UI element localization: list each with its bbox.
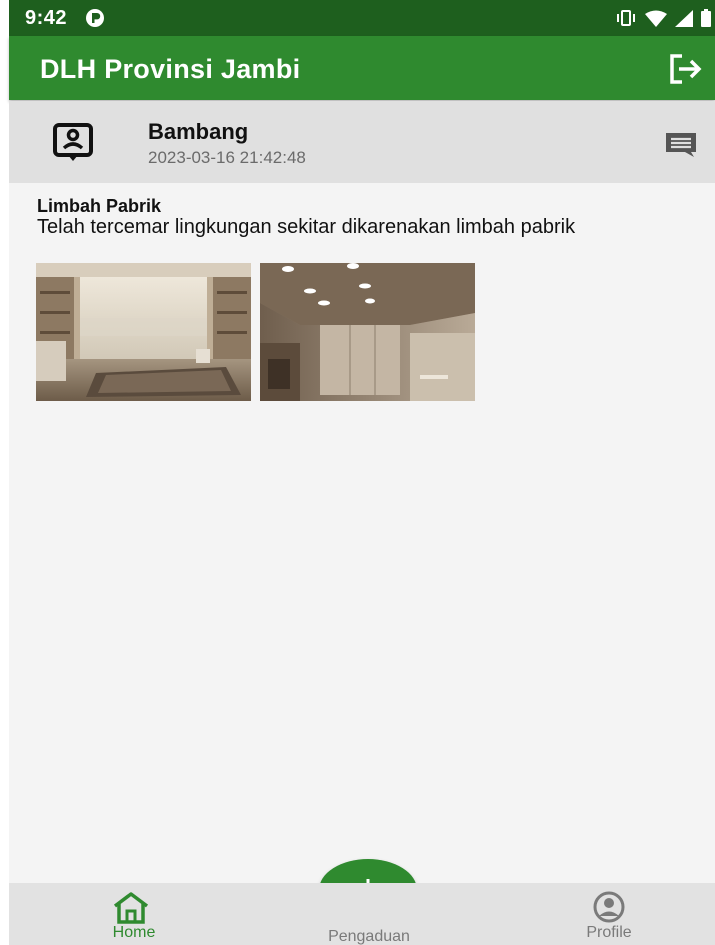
status-time: 9:42 [25,7,68,29]
nav-profile-label: Profile [586,924,632,941]
post-images [36,263,475,401]
post-description: Telah tercemar lingkungan sekitar dikare… [37,216,576,238]
room-interior-photo[interactable] [260,263,475,401]
nav-pengaduan[interactable]: Pengaduan [299,883,439,945]
comment-icon[interactable] [665,132,697,158]
screen: 9:42 DLH Provinsi Jambi Bambang 2023-03-… [0,0,715,945]
screen-edge [0,0,9,945]
post-date: 2023-03-16 21:42:48 [148,148,306,167]
nav-home[interactable]: Home [79,883,189,945]
logout-icon[interactable] [669,53,703,85]
vibrate-icon [617,10,635,26]
post-author: Bambang [148,119,249,144]
home-icon [113,892,149,924]
wifi-icon [645,10,667,27]
post-title: Limbah Pabrik [37,196,162,216]
account-box-icon [53,123,93,161]
post-header: Bambang 2023-03-16 21:42:48 [9,101,715,183]
app-title: DLH Provinsi Jambi [40,54,301,84]
nav-pengaduan-label: Pengaduan [328,928,410,945]
status-bar: 9:42 [9,0,715,36]
nav-profile[interactable]: Profile [554,883,664,945]
profile-icon [593,891,625,923]
notification-app-icon [86,9,104,27]
battery-icon [701,9,711,27]
nav-home-label: Home [112,924,156,941]
bottom-navigation: Home Pengaduan Profile [9,883,715,945]
post-body: Limbah Pabrik Telah tercemar lingkungan … [37,196,687,238]
living-room-photo[interactable] [36,263,251,401]
signal-icon [675,9,693,27]
status-icons [615,8,711,28]
app-bar: DLH Provinsi Jambi [9,36,715,100]
